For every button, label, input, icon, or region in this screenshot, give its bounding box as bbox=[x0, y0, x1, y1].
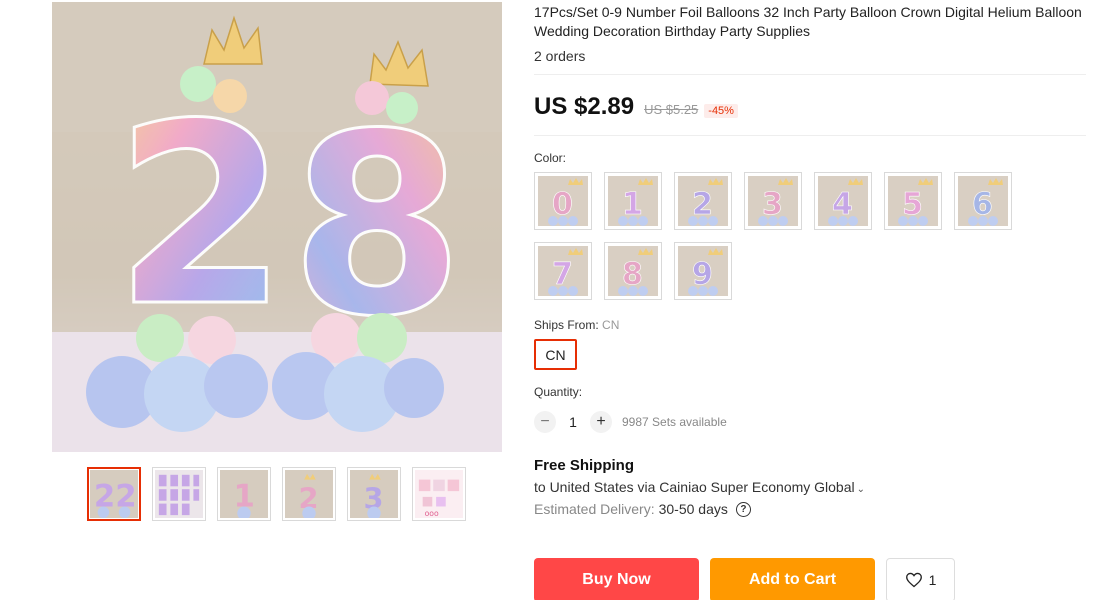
ships-from-label: Ships From: CN bbox=[534, 318, 1086, 332]
thumbnail-2[interactable] bbox=[152, 467, 206, 521]
divider bbox=[534, 135, 1086, 136]
color-option-1[interactable]: 1 bbox=[604, 172, 662, 230]
thumbnail-strip: 22 1 2 3 ooo bbox=[87, 467, 466, 521]
color-option-image: 7 bbox=[538, 246, 588, 296]
chevron-down-icon: ⌄ bbox=[856, 484, 866, 495]
shipping-destination[interactable]: to United States via Cainiao Super Econo… bbox=[534, 479, 1086, 495]
svg-text:2: 2 bbox=[114, 70, 288, 361]
color-label: Color: bbox=[534, 151, 567, 165]
thumbnail-image bbox=[155, 470, 203, 518]
color-option-image: 4 bbox=[818, 176, 868, 226]
quantity-minus-button[interactable]: − bbox=[534, 411, 556, 433]
current-price: US $2.89 bbox=[534, 93, 635, 120]
estimated-delivery: Estimated Delivery: 30-50 days ? bbox=[534, 501, 1086, 517]
price-row: US $2.89 US $5.25 -45% bbox=[534, 75, 1086, 135]
thumbnail-6[interactable]: ooo bbox=[412, 467, 466, 521]
color-option-7[interactable]: 7 bbox=[534, 242, 592, 300]
color-option-0[interactable]: 0 bbox=[534, 172, 592, 230]
ships-from-value: CN bbox=[602, 318, 620, 332]
action-buttons: Buy Now Add to Cart 1 bbox=[534, 558, 955, 600]
thumbnail-3[interactable]: 1 bbox=[217, 467, 271, 521]
stock-available: 9987 Sets available bbox=[622, 415, 727, 429]
original-price: US $5.25 bbox=[644, 102, 699, 117]
color-option-4[interactable]: 4 bbox=[814, 172, 872, 230]
color-option-2[interactable]: 2 bbox=[674, 172, 732, 230]
buy-now-button[interactable]: Buy Now bbox=[534, 558, 699, 600]
heart-icon bbox=[905, 572, 922, 588]
color-option-8[interactable]: 8 bbox=[604, 242, 662, 300]
help-icon[interactable]: ? bbox=[735, 501, 751, 517]
thumbnail-image: 1 bbox=[220, 470, 268, 518]
color-option-image: 5 bbox=[888, 176, 938, 226]
thumbnail-5[interactable]: 3 bbox=[347, 467, 401, 521]
discount-badge: -45% bbox=[704, 104, 738, 118]
color-option-6[interactable]: 6 bbox=[954, 172, 1012, 230]
thumbnail-image: 2 bbox=[285, 470, 333, 518]
thumbnail-image: ooo bbox=[415, 470, 463, 518]
svg-text:ooo: ooo bbox=[425, 509, 439, 518]
product-title: 17Pcs/Set 0-9 Number Foil Balloons 32 In… bbox=[534, 4, 1082, 39]
shipping-section: Free Shipping to United States via Caini… bbox=[534, 457, 1086, 517]
color-option-image: 2 bbox=[678, 176, 728, 226]
quantity-stepper: − 1 + 9987 Sets available bbox=[534, 411, 1086, 433]
color-option-3[interactable]: 3 bbox=[744, 172, 802, 230]
color-section: Color: 0123456 789 bbox=[534, 151, 1086, 300]
thumbnail-4[interactable]: 2 bbox=[282, 467, 336, 521]
color-option-image: 0 bbox=[538, 176, 588, 226]
order-count: 2 orders bbox=[534, 48, 586, 64]
balloon-photo: 2 8 bbox=[52, 2, 502, 452]
quantity-section: Quantity: − 1 + 9987 Sets available bbox=[534, 385, 1086, 433]
color-options: 0123456 789 bbox=[534, 172, 1086, 300]
quantity-plus-button[interactable]: + bbox=[590, 411, 612, 433]
color-option-image: 8 bbox=[608, 246, 658, 296]
ships-from-option-cn[interactable]: CN bbox=[534, 339, 577, 370]
shipping-destination-text: to United States via Cainiao Super Econo… bbox=[534, 479, 855, 495]
color-option-image: 6 bbox=[958, 176, 1008, 226]
color-option-9[interactable]: 9 bbox=[674, 242, 732, 300]
product-info: 17Pcs/Set 0-9 Number Foil Balloons 32 In… bbox=[534, 0, 1086, 600]
main-product-image[interactable]: 2 8 bbox=[52, 2, 502, 452]
thumbnail-image: 22 bbox=[90, 470, 138, 518]
color-option-image: 9 bbox=[678, 246, 728, 296]
color-option-image: 1 bbox=[608, 176, 658, 226]
free-shipping-title: Free Shipping bbox=[534, 457, 635, 474]
thumbnail-image: 3 bbox=[350, 470, 398, 518]
quantity-value[interactable]: 1 bbox=[556, 414, 590, 430]
thumbnail-1[interactable]: 22 bbox=[87, 467, 141, 521]
ships-from-section: Ships From: CN CN bbox=[534, 318, 1086, 370]
wishlist-button[interactable]: 1 bbox=[886, 558, 955, 600]
quantity-label: Quantity: bbox=[534, 385, 583, 399]
delivery-days: 30-50 days bbox=[658, 501, 728, 517]
add-to-cart-button[interactable]: Add to Cart bbox=[710, 558, 875, 600]
delivery-label: Estimated Delivery: bbox=[534, 501, 655, 517]
color-option-5[interactable]: 5 bbox=[884, 172, 942, 230]
color-option-image: 3 bbox=[748, 176, 798, 226]
wishlist-count: 1 bbox=[928, 572, 937, 588]
ships-from-text: Ships From: bbox=[534, 318, 599, 332]
